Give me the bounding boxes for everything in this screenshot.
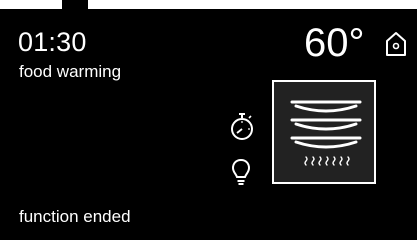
timer-readout: 01:30 — [18, 27, 87, 57]
top-tab — [62, 0, 88, 9]
timer-icon[interactable] — [229, 112, 255, 142]
status-message: function ended — [19, 207, 131, 226]
food-warming-function-icon[interactable] — [272, 80, 376, 184]
oven-display: 01:30 food warming 60° function ended — [0, 0, 417, 240]
home-icon[interactable] — [385, 31, 407, 57]
program-name: food warming — [19, 62, 122, 81]
temperature-readout[interactable]: 60° — [304, 23, 365, 63]
display-panel: 01:30 food warming 60° function ended — [0, 9, 417, 240]
lightbulb-icon[interactable] — [231, 158, 251, 188]
